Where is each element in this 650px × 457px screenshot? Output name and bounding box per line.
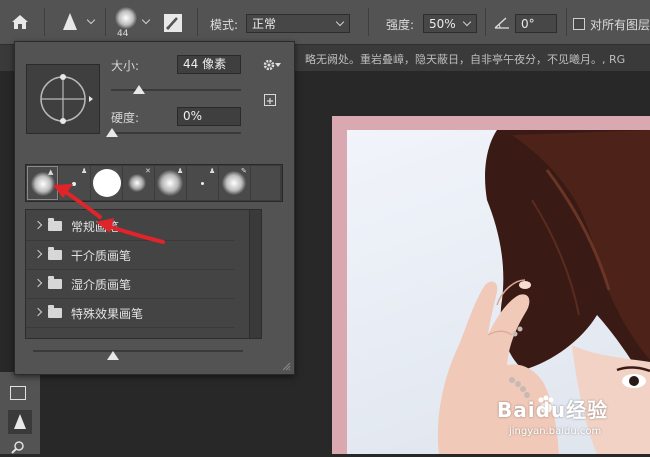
annotation-arrow-to-folder <box>96 218 165 244</box>
annotation-arrows <box>53 184 165 244</box>
annotation-arrow-to-tip <box>53 184 102 219</box>
